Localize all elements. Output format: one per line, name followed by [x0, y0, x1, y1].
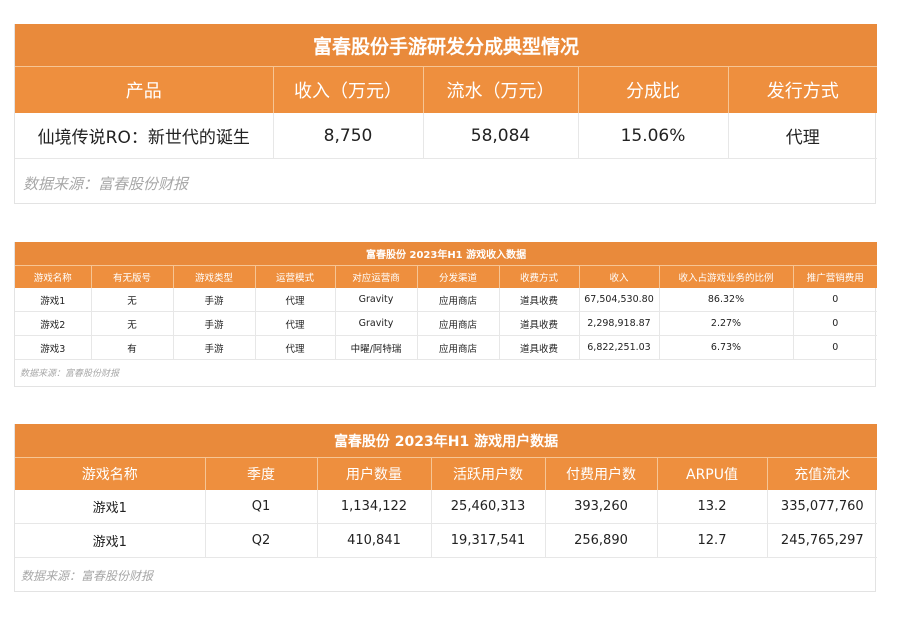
- table-row: 游戏3 有 手游 代理 中曜/阿特瑞 应用商店 道具收费 6,822,251.0…: [15, 335, 878, 360]
- table-cell: 256,890: [544, 523, 657, 558]
- column-header: 分发渠道: [416, 265, 499, 288]
- game-revenue-table: 富春股份 2023年H1 游戏收入数据 游戏名称 有无版号 游戏类型 运营模式 …: [15, 242, 878, 360]
- table-cell: 仙境传说RO：新世代的诞生: [15, 113, 273, 159]
- column-header: 推广营销费用: [792, 265, 878, 288]
- header-row: 游戏名称 季度 用户数量 活跃用户数 付费用户数 ARPU值 充值流水: [15, 457, 878, 490]
- table-cell: 道具收费: [498, 335, 579, 360]
- table-cell: 2.27%: [658, 311, 793, 336]
- table-cell: 中曜/阿特瑞: [334, 335, 417, 360]
- column-header: 流水（万元）: [422, 66, 578, 113]
- column-header: ARPU值: [656, 457, 767, 490]
- column-header: 收入占游戏业务的比例: [658, 265, 793, 288]
- column-header: 游戏名称: [15, 265, 91, 288]
- game-revenue-panel: 富春股份 2023年H1 游戏收入数据 游戏名称 有无版号 游戏类型 运营模式 …: [14, 242, 878, 387]
- table-title: 富春股份 2023年H1 游戏用户数据: [15, 424, 878, 458]
- column-header: 发行方式: [727, 66, 877, 113]
- table-cell: 无: [90, 288, 173, 312]
- table-cell: 有: [90, 335, 173, 360]
- column-header: 收入（万元）: [272, 66, 423, 113]
- table-title: 富春股份 2023年H1 游戏收入数据: [15, 242, 878, 266]
- data-source-note: 数据来源：富春股份财报: [21, 569, 154, 583]
- table-cell: 应用商店: [416, 288, 499, 312]
- column-header: 游戏名称: [15, 457, 205, 490]
- table-cell: 67,504,530.80: [578, 288, 659, 312]
- column-header: 游戏类型: [172, 265, 255, 288]
- column-header: 分成比: [577, 66, 728, 113]
- table-cell: 13.2: [656, 490, 767, 524]
- table-cell: 游戏1: [15, 523, 205, 558]
- table-cell: 手游: [172, 288, 255, 312]
- column-header: 收费方式: [498, 265, 579, 288]
- table-cell: 6,822,251.03: [578, 335, 659, 360]
- table-cell: 410,841: [316, 523, 431, 558]
- table-cell: 1,134,122: [316, 490, 431, 524]
- table-cell: 19,317,541: [430, 523, 545, 558]
- revenue-share-panel: 富春股份手游研发分成典型情况 产品 收入（万元） 流水（万元） 分成比 发行方式…: [14, 24, 877, 204]
- column-header: 有无版号: [90, 265, 173, 288]
- header-row: 产品 收入（万元） 流水（万元） 分成比 发行方式: [15, 66, 877, 113]
- table-cell: Gravity: [334, 311, 417, 336]
- table-cell: 25,460,313: [430, 490, 545, 524]
- data-source-note: 数据来源：富春股份财报: [23, 175, 189, 193]
- table-cell: 游戏1: [15, 490, 205, 524]
- table-row: 游戏1 无 手游 代理 Gravity 应用商店 道具收费 67,504,530…: [15, 288, 878, 312]
- column-header: 季度: [204, 457, 317, 490]
- table-cell: Gravity: [334, 288, 417, 312]
- table-cell: 游戏2: [15, 311, 91, 336]
- column-header: 用户数量: [316, 457, 431, 490]
- table-row: 游戏1 Q1 1,134,122 25,460,313 393,260 13.2…: [15, 490, 878, 524]
- table-cell: 代理: [254, 288, 335, 312]
- data-source-note: 数据来源：富春股份财报: [20, 369, 120, 379]
- table-cell: 393,260: [544, 490, 657, 524]
- table-cell: 15.06%: [577, 113, 728, 159]
- table-cell: 无: [90, 311, 173, 336]
- table-cell: 游戏3: [15, 335, 91, 360]
- table-row: 仙境传说RO：新世代的诞生 8,750 58,084 15.06% 代理: [15, 113, 877, 159]
- table-cell: 2,298,918.87: [578, 311, 659, 336]
- table-cell: 道具收费: [498, 311, 579, 336]
- table-cell: 游戏1: [15, 288, 91, 312]
- table-row: 游戏2 无 手游 代理 Gravity 应用商店 道具收费 2,298,918.…: [15, 311, 878, 336]
- table-cell: 58,084: [422, 113, 578, 159]
- table-cell: 12.7: [656, 523, 767, 558]
- table-cell: 0: [792, 288, 878, 312]
- game-users-table: 富春股份 2023年H1 游戏用户数据 游戏名称 季度 用户数量 活跃用户数 付…: [15, 424, 878, 558]
- table-cell: 245,765,297: [766, 523, 878, 558]
- table-cell: 代理: [254, 335, 335, 360]
- table-cell: 应用商店: [416, 335, 499, 360]
- table-cell: 6.73%: [658, 335, 793, 360]
- table-title: 富春股份手游研发分成典型情况: [15, 24, 877, 67]
- column-header: 充值流水: [766, 457, 878, 490]
- table-cell: Q2: [204, 523, 317, 558]
- table-cell: 86.32%: [658, 288, 793, 312]
- table-cell: 应用商店: [416, 311, 499, 336]
- column-header: 运营模式: [254, 265, 335, 288]
- table-cell: 代理: [727, 113, 877, 159]
- table-cell: 335,077,760: [766, 490, 878, 524]
- table-row: 游戏1 Q2 410,841 19,317,541 256,890 12.7 2…: [15, 523, 878, 558]
- revenue-share-table: 富春股份手游研发分成典型情况 产品 收入（万元） 流水（万元） 分成比 发行方式…: [15, 24, 877, 159]
- table-cell: 8,750: [272, 113, 423, 159]
- header-row: 游戏名称 有无版号 游戏类型 运营模式 对应运营商 分发渠道 收费方式 收入 收…: [15, 265, 878, 288]
- game-users-panel: 富春股份 2023年H1 游戏用户数据 游戏名称 季度 用户数量 活跃用户数 付…: [14, 424, 878, 592]
- column-header: 产品: [15, 66, 273, 113]
- table-cell: 代理: [254, 311, 335, 336]
- table-cell: Q1: [204, 490, 317, 524]
- column-header: 对应运营商: [334, 265, 417, 288]
- table-cell: 手游: [172, 311, 255, 336]
- table-cell: 0: [792, 335, 878, 360]
- table-cell: 0: [792, 311, 878, 336]
- table-cell: 道具收费: [498, 288, 579, 312]
- table-cell: 手游: [172, 335, 255, 360]
- column-header: 活跃用户数: [430, 457, 545, 490]
- column-header: 收入: [578, 265, 659, 288]
- column-header: 付费用户数: [544, 457, 657, 490]
